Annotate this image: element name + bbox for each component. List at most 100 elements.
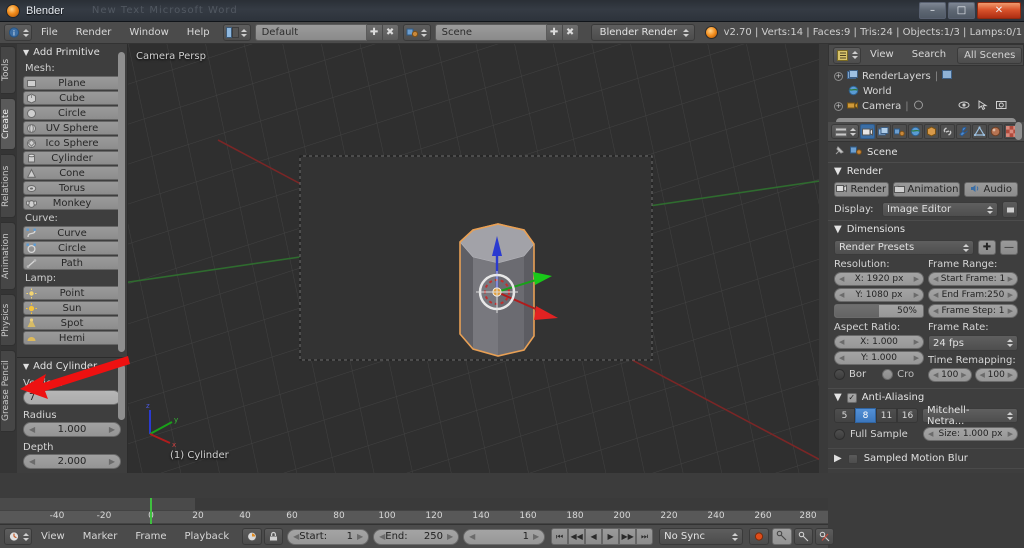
add-mesh-plane-button[interactable]: Plane (23, 76, 121, 90)
frame-step-input[interactable]: ◀ Frame Step: 1 ▶ (928, 304, 1018, 318)
aa-sample-16[interactable]: 16 (897, 408, 918, 423)
add-mesh-cone-button[interactable]: Cone (23, 166, 121, 180)
camera-data-icon[interactable] (913, 100, 924, 113)
add-curve-circle-button[interactable]: Circle (23, 241, 121, 255)
delete-scene-button[interactable]: ✖ (562, 24, 579, 41)
time-remap-new-input[interactable]: ◀ 100 ▶ (974, 368, 1018, 382)
add-mesh-circle-button[interactable]: Circle (23, 106, 121, 120)
sidebar-tab-relations[interactable]: Relations (1, 154, 16, 218)
close-button[interactable]: ✕ (977, 2, 1021, 19)
res-x-dec-icon[interactable]: ◀ (839, 275, 844, 283)
full-sample-checkbox[interactable] (834, 428, 845, 440)
display-mode-dropdown[interactable]: Image Editor (882, 202, 998, 217)
render-presets-dropdown[interactable]: Render Presets (834, 240, 974, 255)
timeline-menu-marker[interactable]: Marker (74, 526, 127, 548)
add-mesh-monkey-button[interactable]: Monkey (23, 196, 121, 210)
outliner-row-camera[interactable]: + Camera | (828, 99, 1024, 114)
lock-icon[interactable] (264, 528, 284, 545)
radius-increase-arrow-icon[interactable]: ▶ (109, 425, 115, 434)
add-scene-button[interactable]: ✚ (546, 24, 563, 41)
sidebar-tab-physics[interactable]: Physics (1, 294, 16, 346)
add-cylinder-panel-header[interactable]: ▼ Add Cylinder (17, 358, 127, 375)
start-inc-icon[interactable]: ▶ (357, 532, 363, 541)
depth-input[interactable]: ◀ 2.000 ▶ (23, 454, 121, 469)
expand-icon[interactable]: + (834, 102, 843, 111)
expand-icon[interactable]: + (834, 72, 843, 81)
timeline-menu-view[interactable]: View (32, 526, 74, 548)
pin-icon[interactable] (834, 145, 845, 159)
info-editor-icon[interactable]: i (4, 24, 32, 41)
aa-size-dec-icon[interactable]: ◀ (928, 430, 933, 438)
properties-tab-world[interactable] (908, 124, 923, 139)
antialiasing-panel-header[interactable]: ▼ ✓ Anti-Aliasing (828, 389, 1024, 406)
add-mesh-icosphere-button[interactable]: Ico Sphere (23, 136, 121, 150)
vertices-input[interactable]: 7 (23, 390, 121, 405)
menu-help[interactable]: Help (178, 22, 219, 44)
aspect-y-inc-icon[interactable]: ▶ (914, 354, 919, 362)
timeline-editor-spinner[interactable] (22, 532, 29, 541)
renderlayer-data-icon[interactable] (942, 70, 953, 83)
scene-icon[interactable] (402, 24, 431, 41)
render-animation-button[interactable]: Animation (892, 182, 960, 197)
sampled-motion-blur-panel-header[interactable]: ▶ Sampled Motion Blur (828, 448, 1024, 468)
end-frame-dec-icon[interactable]: ◀ (933, 291, 938, 299)
add-mesh-torus-button[interactable]: Torus (23, 181, 121, 195)
outliner-editor-icon[interactable] (833, 46, 861, 64)
add-lamp-spot-button[interactable]: Spot (23, 316, 121, 330)
auto-key-icon[interactable] (242, 528, 263, 545)
screen-layout-name[interactable]: Default (254, 24, 367, 41)
start-frame-input[interactable]: ◀ Start Frame: 1 ▶ (928, 272, 1018, 286)
properties-tab-render-layers[interactable] (876, 124, 891, 139)
frame-inc-icon[interactable]: ▶ (533, 532, 539, 541)
timeline-ruler[interactable]: -40 -20 0 20 40 60 80 100 120 140 160 18… (0, 510, 828, 524)
resolution-x-input[interactable]: ◀ X: 1920 px ▶ (834, 272, 924, 286)
menu-window[interactable]: Window (120, 22, 177, 44)
jump-end-icon[interactable]: ⏭ (636, 528, 654, 545)
add-mesh-uvsphere-button[interactable]: UV Sphere (23, 121, 121, 135)
sidebar-tab-create[interactable]: Create (1, 98, 16, 150)
outliner-menu-view[interactable]: View (861, 44, 903, 66)
aa-sample-8[interactable]: 8 (855, 408, 876, 423)
properties-tab-material[interactable] (988, 124, 1003, 139)
render-engine-dropdown[interactable]: Blender Render (590, 24, 695, 41)
dimensions-panel-header[interactable]: ▼ Dimensions (828, 221, 1024, 238)
outliner-row-renderlayers[interactable]: + RenderLayers | (828, 69, 1024, 84)
timeline-track[interactable] (0, 498, 828, 510)
record-icon[interactable] (749, 528, 770, 545)
res-y-dec-icon[interactable]: ◀ (839, 291, 844, 299)
scene-name[interactable]: Scene (434, 24, 547, 41)
add-mesh-cube-button[interactable]: Cube (23, 91, 121, 105)
aspect-y-dec-icon[interactable]: ◀ (839, 354, 844, 362)
key-add-icon[interactable] (794, 528, 814, 545)
frame-step-dec-icon[interactable]: ◀ (933, 307, 938, 315)
start-frame-dec-icon[interactable]: ◀ (933, 275, 938, 283)
add-preset-button[interactable]: ✚ (978, 240, 996, 255)
menu-file[interactable]: File (32, 22, 67, 44)
play-icon[interactable]: ▶ (602, 528, 620, 545)
properties-tab-render[interactable] (860, 124, 875, 139)
sidebar-tab-animation[interactable]: Animation (1, 222, 16, 290)
resolution-percent-slider[interactable]: 50% (834, 304, 924, 318)
minimize-button[interactable]: – (919, 2, 946, 19)
step-back-icon[interactable]: ◀◀ (568, 528, 586, 545)
outliner-row-world[interactable]: World (828, 84, 1024, 99)
radius-input[interactable]: ◀ 1.000 ▶ (23, 422, 121, 437)
properties-tab-modifiers[interactable] (956, 124, 971, 139)
sync-mode-dropdown[interactable]: No Sync (659, 528, 744, 545)
restrict-select-icon[interactable] (978, 100, 988, 113)
scene-spinner[interactable] (421, 28, 428, 37)
restrict-view-icon[interactable] (958, 100, 970, 113)
remap-old-inc-icon[interactable]: ▶ (961, 371, 966, 379)
aspect-x-dec-icon[interactable]: ◀ (839, 338, 844, 346)
timeline-playhead[interactable] (150, 498, 152, 524)
aspect-x-inc-icon[interactable]: ▶ (914, 338, 919, 346)
properties-tab-object[interactable] (924, 124, 939, 139)
key-remove-icon[interactable] (815, 528, 835, 545)
play-reverse-icon[interactable]: ◀ (585, 528, 603, 545)
step-forward-icon[interactable]: ▶▶ (619, 528, 637, 545)
editor-type-spinner[interactable] (22, 28, 29, 37)
render-panel-header[interactable]: ▼ Render (828, 163, 1024, 180)
full-sample-group[interactable]: Full Sample (834, 428, 919, 440)
add-curve-path-button[interactable]: Path (23, 256, 121, 270)
properties-tab-object-data[interactable] (972, 124, 987, 139)
